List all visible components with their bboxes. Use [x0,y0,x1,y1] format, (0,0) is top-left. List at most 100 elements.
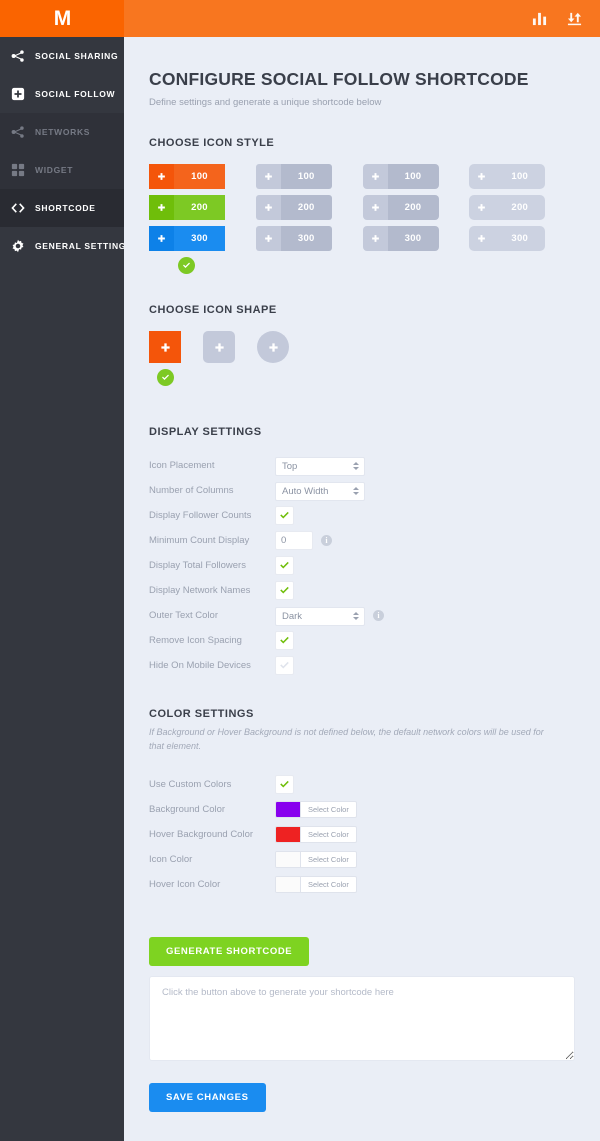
setting-label: Number of Columns [149,485,234,496]
color-picker-button[interactable]: Select Color [275,850,357,868]
setting-number-input[interactable] [275,531,313,550]
display-settings-rows: Icon PlacementTopBottomLeftRightNumber o… [149,453,576,678]
select-wrapper: DarkLight [275,606,365,626]
setting-row: Hover Background Color Select Color [149,822,576,847]
logo-text: M [53,7,71,30]
section-title: CHOOSE ICON SHAPE [149,304,277,316]
sidebar-group-main-bottom: GENERAL SETTINGS [0,227,132,265]
plus-icon [478,235,486,242]
setting-checkbox[interactable] [275,506,294,525]
color-picker-button[interactable]: Select Color [275,825,357,843]
share-icon [11,49,25,63]
setting-checkbox[interactable] [275,581,294,600]
setting-row: Use Custom Colors [149,772,576,797]
plus-icon [255,226,281,251]
icon-style-option[interactable]: 100 [469,164,546,189]
color-swatch [276,851,301,867]
sidebar-item-widget[interactable]: WIDGET [0,151,124,189]
color-settings-section: COLOR SETTINGS If Background or Hover Ba… [149,708,576,897]
icon-style-column: 100 200 300 [255,164,363,274]
plus-icon [268,342,278,352]
plus-icon [371,204,379,211]
section-title: DISPLAY SETTINGS [149,426,262,438]
check-icon [280,780,289,788]
icon-style-option[interactable]: 300 [255,226,332,251]
plus-icon [362,226,388,251]
icon-style-option[interactable]: 200 [149,195,225,220]
setting-label: Display Network Names [149,585,251,596]
icon-style-option[interactable]: 200 [469,195,546,220]
setting-checkbox[interactable] [275,631,294,650]
plus-icon [149,195,174,220]
info-icon[interactable]: i [321,535,332,546]
sidebar-group-sub: NETWORKS WIDGET SHORTCODE [0,113,133,227]
follower-count-label: 300 [387,226,439,251]
sidebar-item-social-sharing[interactable]: SOCIAL SHARING [0,37,124,75]
icon-style-option[interactable]: 200 [255,195,332,220]
icon-style-selected-badge [178,257,195,274]
setting-label: Background Color [149,803,226,815]
icon-style-option[interactable]: 200 [362,195,439,220]
stats-icon[interactable] [532,11,547,26]
top-bar: M [0,0,600,37]
main-content: CONFIGURE SOCIAL FOLLOW SHORTCODE Define… [124,37,600,1141]
setting-label: Hover Background Color [149,828,254,840]
setting-control: Select Color [275,875,357,893]
sidebar-item-networks[interactable]: NETWORKS [0,113,124,151]
icon-style-option[interactable]: 300 [149,226,225,251]
setting-checkbox[interactable] [275,556,294,575]
sidebar-item-shortcode[interactable]: SHORTCODE [0,189,133,227]
shortcode-generator: GENERATE SHORTCODE [149,936,576,1061]
setting-select[interactable]: Auto Width123456 [275,481,365,501]
setting-select[interactable]: DarkLight [275,606,365,626]
plus-icon [264,204,272,211]
color-picker-button[interactable]: Select Color [275,875,357,893]
sidebar-item-label: SOCIAL SHARING [35,51,119,61]
info-icon[interactable]: i [373,610,384,621]
follower-count-label: 200 [511,202,529,213]
setting-label: Use Custom Colors [149,778,232,790]
setting-row: Icon Color Select Color [149,847,576,872]
plus-icon [255,164,281,189]
app-logo[interactable]: M [0,0,124,37]
setting-checkbox[interactable] [275,774,294,794]
color-settings-rows: Use Custom Colors Background Color Select … [149,772,576,897]
import-export-icon[interactable] [567,11,582,26]
plus-icon [264,173,272,180]
setting-select[interactable]: TopBottomLeftRight [275,456,365,476]
follower-count-label: 100 [174,164,225,189]
shortcode-output-textarea[interactable] [149,975,575,1061]
setting-row: Display Total Followers [149,553,576,578]
save-changes-button[interactable]: SAVE CHANGES [149,1082,266,1112]
plus-square-icon [11,87,25,101]
plus-icon [371,235,379,242]
sidebar-item-label: SOCIAL FOLLOW [35,89,116,99]
color-picker-label: Select Color [308,829,349,839]
icon-style-option[interactable]: 300 [362,226,439,251]
color-picker-button[interactable]: Select Color [275,800,357,818]
follower-count-label: 300 [280,226,332,251]
icon-style-option[interactable]: 100 [255,164,332,189]
icon-shape-option-square[interactable] [149,331,181,363]
plus-icon [255,195,281,220]
icon-shape-option-circle[interactable] [257,331,289,363]
follower-count-label: 300 [511,233,529,244]
setting-row: Hide On Mobile Devices [149,653,576,678]
setting-checkbox[interactable] [275,656,294,675]
generate-shortcode-button[interactable]: GENERATE SHORTCODE [149,936,310,966]
check-icon [280,586,289,594]
sidebar-item-social-follow[interactable]: SOCIAL FOLLOW [0,75,124,113]
page-subtitle: Define settings and generate a unique sh… [149,97,382,108]
plus-icon [158,173,165,180]
follower-count-label: 100 [387,164,439,189]
sidebar-item-general-settings[interactable]: GENERAL SETTINGS [0,227,132,265]
check-icon [162,374,169,380]
icon-style-option[interactable]: 100 [149,164,225,189]
icon-style-option[interactable]: 300 [469,226,546,251]
icon-shape-option-rounded-square[interactable] [203,331,235,363]
sidebar-item-label: SHORTCODE [35,203,96,213]
icon-style-option[interactable]: 100 [362,164,439,189]
setting-label: Minimum Count Display [149,535,250,546]
